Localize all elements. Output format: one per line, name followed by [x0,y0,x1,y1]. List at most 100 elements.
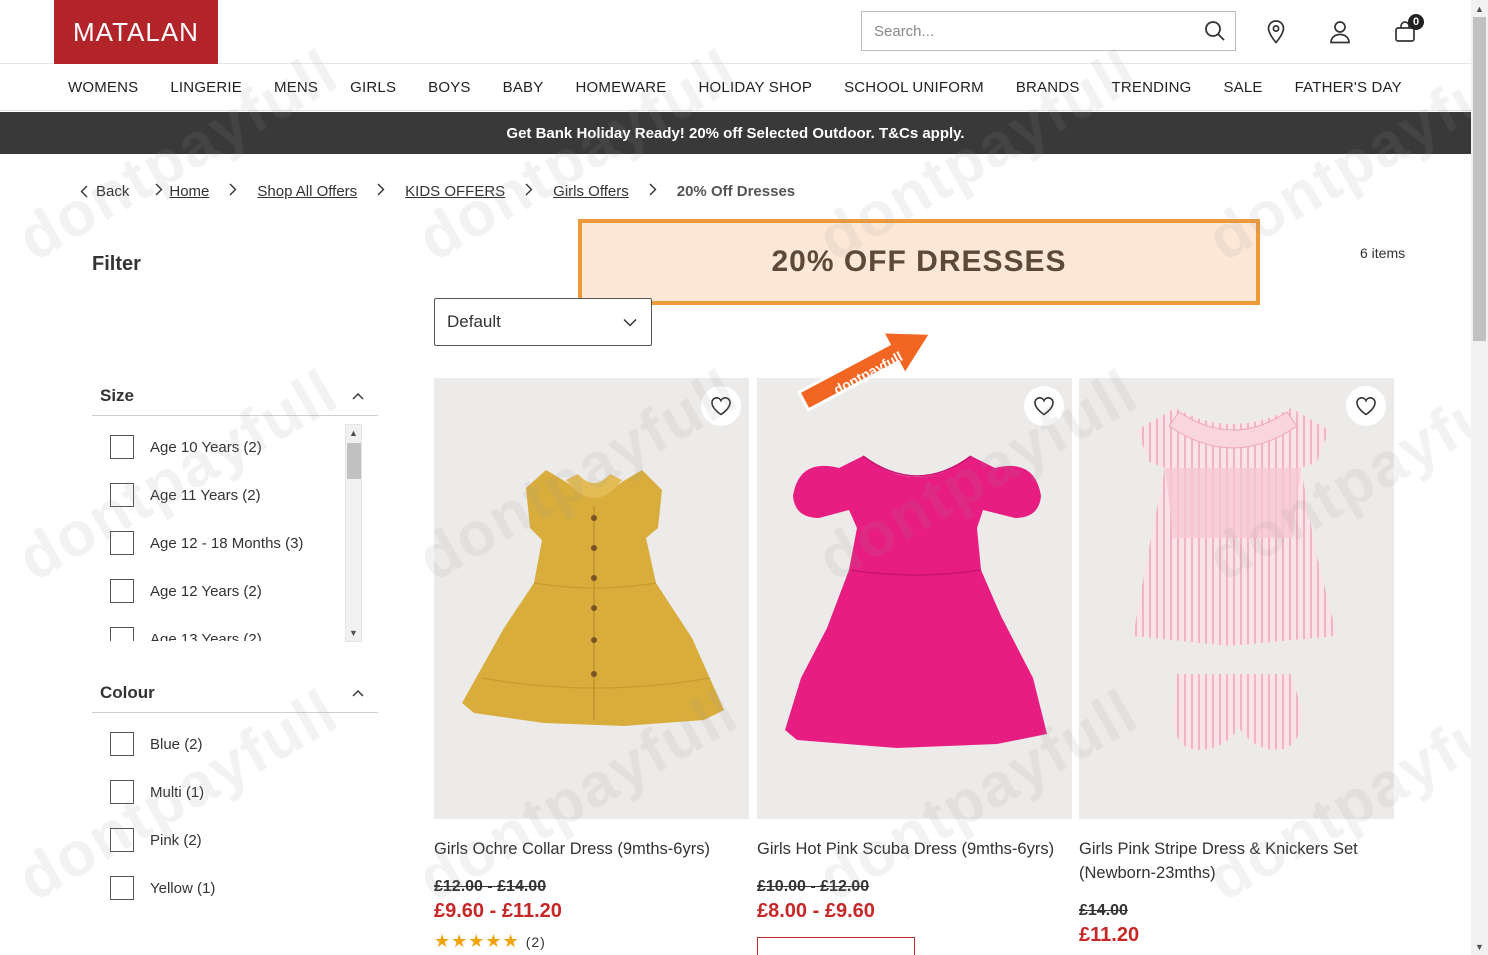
nav-item-holiday-shop[interactable]: HOLIDAY SHOP [683,79,829,96]
wishlist-heart-icon[interactable] [1346,386,1386,426]
filter-option[interactable]: Age 12 - 18 Months (3) [110,519,360,567]
promo-banner[interactable]: Get Bank Holiday Ready! 20% off Selected… [0,112,1471,154]
scroll-up-icon[interactable]: ▲ [1471,0,1488,17]
filter-option-label: Age 12 Years (2) [150,582,262,600]
page-scrollbar[interactable]: ▲ ▼ [1471,0,1488,955]
main-nav: WOMENS LINGERIE MENS GIRLS BOYS BABY HOMEWARE H… [0,65,1471,111]
filter-option-label: Yellow (1) [150,879,216,897]
chevron-up-icon [352,392,364,399]
product-was-price: £14.00 [1079,902,1128,919]
chevron-right-icon [649,183,657,199]
breadcrumb-girls-offers[interactable]: Girls Offers [553,183,629,200]
breadcrumb-kids-offers[interactable]: KIDS OFFERS [405,183,505,200]
checkbox[interactable] [110,531,134,555]
nav-item-trending[interactable]: TRENDING [1096,79,1208,96]
size-options-scrollbar[interactable]: ▲ ▼ [345,424,362,642]
product-card[interactable]: Girls Pink Stripe Dress & Knickers Set (… [1079,378,1394,947]
product-was-price: £10.00 - £12.00 [757,878,870,895]
item-count: 6 items [1360,245,1406,261]
colour-facet-label: Colour [100,682,155,702]
site-header: MATALAN 0 [0,0,1471,64]
checkbox[interactable] [110,876,134,900]
filter-option[interactable]: Blue (2) [110,720,360,768]
nav-item-boys[interactable]: BOYS [412,79,486,96]
review-count: (2) [525,934,546,950]
breadcrumb-home[interactable]: Home [169,183,209,200]
product-image-ochre-dress[interactable] [434,378,749,819]
filter-option[interactable]: Multi (1) [110,768,360,816]
nav-item-baby[interactable]: BABY [487,79,560,96]
nav-item-father-s-day[interactable]: FATHER'S DAY [1279,79,1418,96]
basket-icon[interactable]: 0 [1392,14,1424,46]
wishlist-heart-icon[interactable] [1024,386,1064,426]
size-facet-header[interactable]: Size [92,376,378,416]
nav-item-homeware[interactable]: HOMEWARE [559,79,682,96]
colour-options: Blue (2) Multi (1) Pink (2) Yellow (1) [110,720,360,920]
product-card[interactable]: Girls Ochre Collar Dress (9mths-6yrs) £1… [434,378,749,952]
listing-heading: 20% OFF DRESSES [578,219,1260,305]
checkbox[interactable] [110,732,134,756]
matalan-logo[interactable]: MATALAN [54,0,218,64]
product-name[interactable]: Girls Pink Stripe Dress & Knickers Set (… [1079,837,1394,885]
search-icon[interactable] [1195,12,1235,50]
nav-item-brands[interactable]: BRANDS [1000,79,1096,96]
product-sale-price: £11.20 [1079,924,1140,946]
store-locator-icon[interactable] [1263,18,1289,46]
filter-option[interactable]: Age 13 Years (2) [110,615,360,641]
wishlist-heart-icon[interactable] [701,386,741,426]
filter-option-label: Age 10 Years (2) [150,438,262,456]
page-scrollbar-thumb[interactable] [1473,17,1486,341]
nav-item-sale[interactable]: SALE [1207,79,1278,96]
product-image-pink-scuba-dress[interactable] [757,378,1072,819]
product-sale-price: £8.00 - £9.60 [757,900,875,922]
back-link[interactable]: Back [80,183,129,200]
nav-item-school-uniform[interactable]: SCHOOL UNIFORM [828,79,1000,96]
chevron-right-icon [525,183,533,199]
checkbox[interactable] [110,627,134,641]
chevron-left-icon [80,185,88,197]
filter-option-label: Age 11 Years (2) [150,486,261,504]
scroll-up-icon[interactable]: ▲ [346,426,361,440]
chevron-down-icon [623,318,637,327]
product-card[interactable]: Girls Hot Pink Scuba Dress (9mths-6yrs) … [757,378,1072,955]
sort-value: Default [447,312,501,331]
scrollbar-thumb[interactable] [347,443,361,479]
product-sale-price: £9.60 - £11.20 [434,900,562,922]
checkbox[interactable] [110,435,134,459]
chevron-right-icon [155,183,163,199]
colour-facet-header[interactable]: Colour [92,673,378,713]
cart-count-badge: 0 [1408,14,1424,30]
account-icon[interactable] [1327,18,1353,46]
page: MATALAN 0 WOMENSLINGERIEMENSGIRLSBOYSBAB… [0,0,1471,955]
filter-option[interactable]: Age 12 Years (2) [110,567,360,615]
product-name[interactable]: Girls Ochre Collar Dress (9mths-6yrs) [434,837,749,861]
checkbox[interactable] [110,483,134,507]
nav-item-mens[interactable]: MENS [258,79,334,96]
filter-option[interactable]: Yellow (1) [110,864,360,912]
scroll-down-icon[interactable]: ▼ [346,626,361,640]
scroll-down-icon[interactable]: ▼ [1471,938,1488,955]
filter-option[interactable]: Age 10 Years (2) [110,423,360,471]
checkbox[interactable] [110,780,134,804]
size-options: Age 10 Years (2) Age 11 Years (2) Age 12 -… [110,423,360,641]
nav-item-lingerie[interactable]: LINGERIE [154,79,258,96]
nav-item-girls[interactable]: GIRLS [334,79,412,96]
filter-option-label: Multi (1) [150,783,205,801]
nav-item-womens[interactable]: WOMENS [52,79,154,96]
product-action-button[interactable] [757,937,915,955]
search-input[interactable] [862,12,1195,50]
sort-select[interactable]: Default [434,298,652,346]
product-name[interactable]: Girls Hot Pink Scuba Dress (9mths-6yrs) [757,837,1072,861]
product-rating: ★★★★★ (2) [434,931,546,951]
breadcrumb-shop-all-offers[interactable]: Shop All Offers [257,183,357,200]
size-facet-label: Size [100,385,135,405]
checkbox[interactable] [110,828,134,852]
filter-title: Filter [92,253,141,275]
search-bar [861,11,1236,51]
filter-option[interactable]: Pink (2) [110,816,360,864]
filter-option-label: Blue (2) [150,735,203,753]
back-label: Back [96,182,130,200]
product-image-pink-stripe-set[interactable] [1079,378,1394,819]
filter-option[interactable]: Age 11 Years (2) [110,471,360,519]
checkbox[interactable] [110,579,134,603]
